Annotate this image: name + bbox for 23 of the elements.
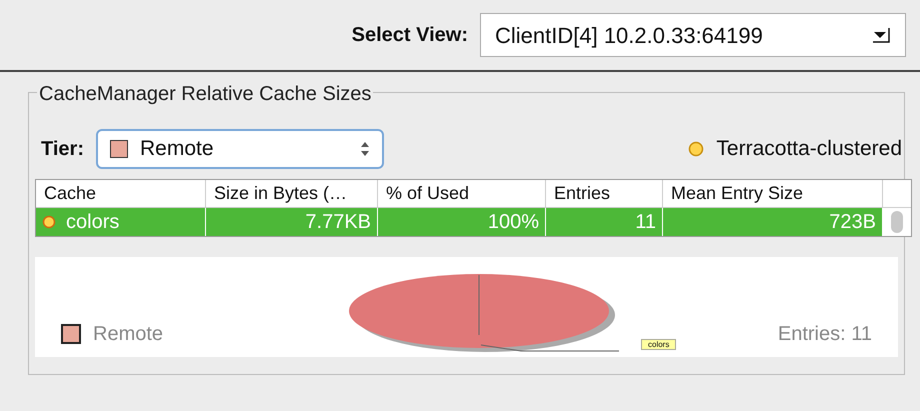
column-header[interactable]: Size in Bytes (… xyxy=(206,180,378,207)
cache-icon xyxy=(42,215,56,229)
column-header[interactable]: % of Used xyxy=(378,180,546,207)
entries-label: Entries: 11 xyxy=(778,322,872,347)
column-header[interactable]: Entries xyxy=(546,180,663,207)
tier-label: Tier: xyxy=(41,137,84,162)
select-view-label: Select View: xyxy=(352,23,468,48)
dropdown-arrow-icon xyxy=(871,26,891,44)
legend-label: Remote xyxy=(93,322,164,347)
table-cell-text: colors xyxy=(66,210,120,235)
mode-label: Terracotta-clustered xyxy=(716,136,902,162)
table-cell-text: 100% xyxy=(488,210,539,235)
column-header[interactable]: Cache xyxy=(36,180,206,207)
column-header[interactable]: Mean Entry Size xyxy=(663,180,883,207)
table-cell-text: 7.77KB xyxy=(305,210,371,235)
stepper-arrows-icon xyxy=(360,140,370,158)
table-cell-text: 723B xyxy=(829,210,876,235)
view-dropdown[interactable]: ClientID[4] 10.2.0.33:64199 xyxy=(480,13,906,57)
status-dot-icon xyxy=(688,141,704,157)
table-cell-text: 11 xyxy=(635,210,656,235)
scrollbar-thumb[interactable] xyxy=(891,211,903,233)
slice-label: colors xyxy=(641,339,676,350)
tier-dropdown[interactable]: Remote xyxy=(96,129,384,169)
